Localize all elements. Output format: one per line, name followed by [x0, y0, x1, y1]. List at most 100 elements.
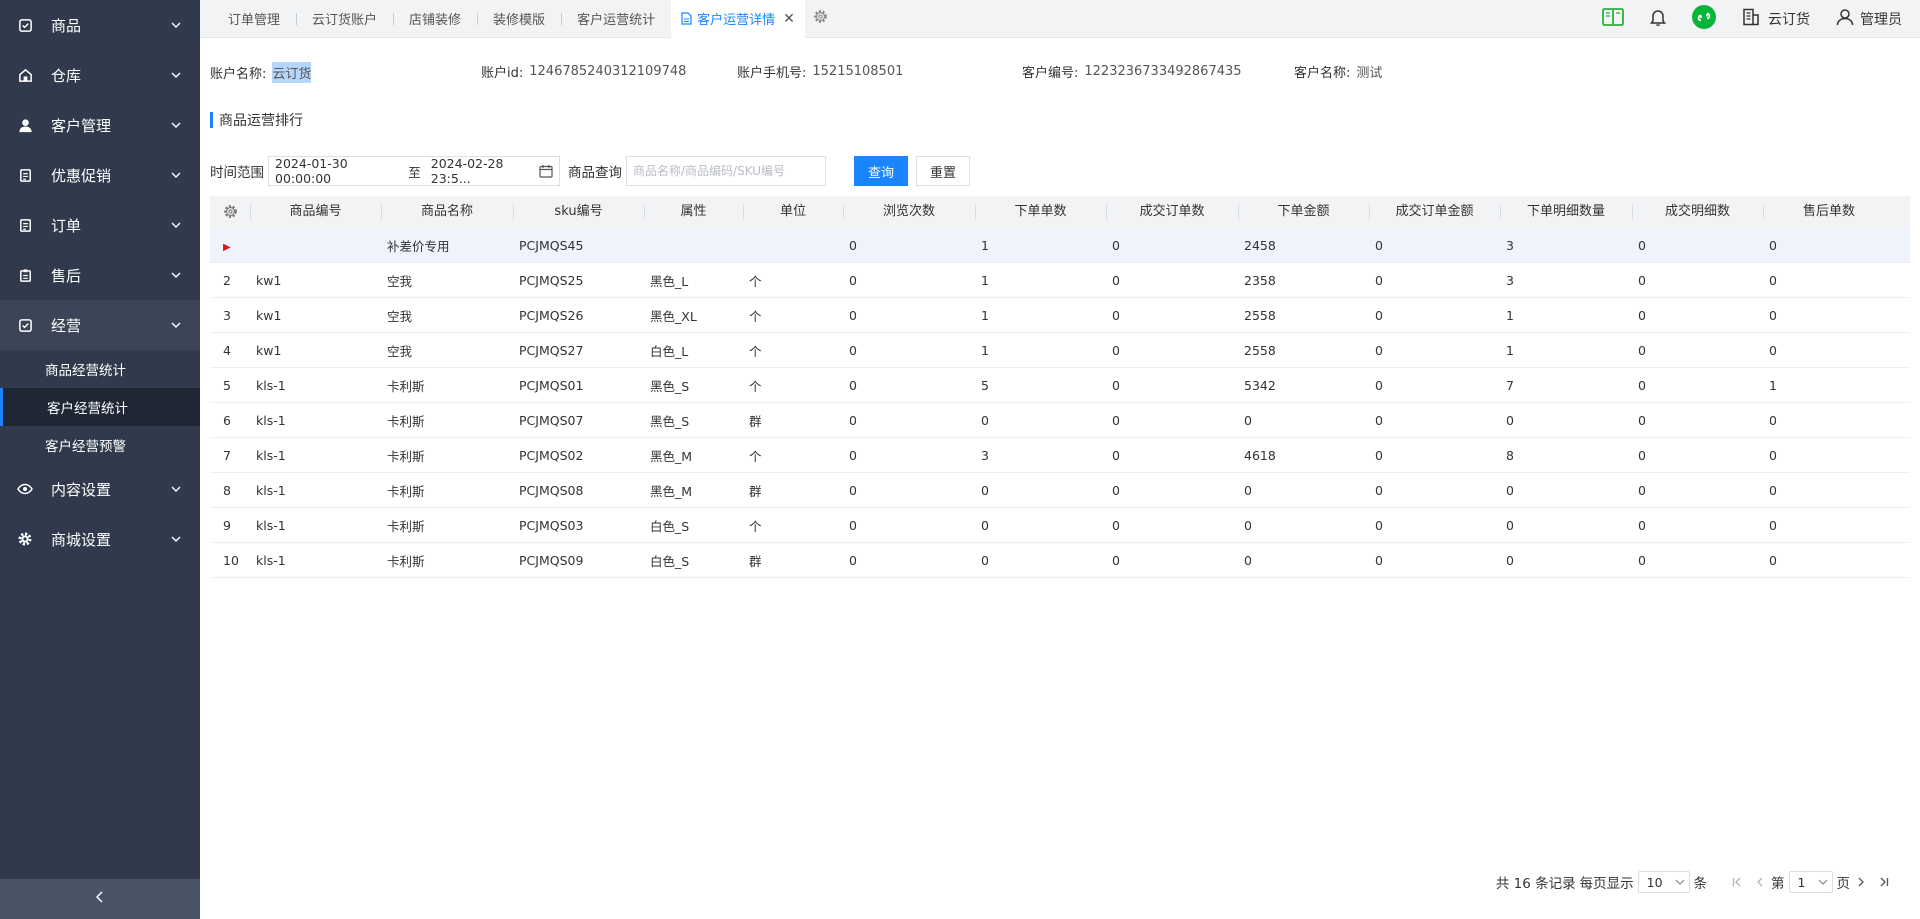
- column-header[interactable]: 下单明细数量: [1500, 196, 1632, 228]
- tab-label: 客户运营统计: [577, 13, 656, 28]
- user-menu[interactable]: 管理员: [1836, 8, 1902, 30]
- next-page-button[interactable]: [1857, 877, 1865, 887]
- sidebar-collapse-button[interactable]: [0, 879, 200, 919]
- table-cell: 5: [981, 377, 989, 393]
- table-cell: 0: [1769, 447, 1777, 463]
- date-range-picker[interactable]: 2024-01-30 00:00:00 至 2024-02-28 23:5...: [268, 156, 560, 186]
- page-size-select[interactable]: 10: [1637, 871, 1690, 893]
- top-bar: 订单管理 云订货账户 店铺装修 装修模版 客户运营统计 客户运营详情 ✕ 云订货…: [200, 0, 1920, 38]
- column-settings[interactable]: [210, 196, 250, 228]
- chevron-left-icon: [95, 891, 105, 907]
- sidebar-item-operation[interactable]: 经营: [0, 300, 200, 350]
- row-index: 2: [223, 272, 231, 288]
- info-value: 测试: [1356, 66, 1383, 81]
- column-header[interactable]: 成交订单数: [1106, 196, 1238, 228]
- gear-icon: [17, 531, 33, 547]
- table-cell: 0: [1375, 272, 1383, 288]
- table-cell: 0: [849, 447, 857, 463]
- table-row[interactable]: 6 kls-1 卡利斯 PCJMQS07 黑色_S 群 0 0 0 0 0 0 0 0: [210, 403, 1910, 438]
- first-page-button[interactable]: [1732, 877, 1742, 887]
- tab-account[interactable]: 云订货账户: [296, 0, 393, 38]
- notification-button[interactable]: [1650, 8, 1666, 30]
- sidebar-subitem-customer-warning[interactable]: 客户经营预警: [0, 426, 200, 464]
- table-cell: PCJMQS27: [519, 342, 584, 358]
- product-search-input[interactable]: [626, 156, 826, 186]
- column-header[interactable]: 商品名称: [381, 196, 513, 228]
- column-header[interactable]: 售后单数: [1763, 196, 1895, 228]
- sidebar-item-order[interactable]: 订单: [0, 200, 200, 250]
- table-cell: 个: [749, 448, 762, 464]
- info-value: 云订货: [272, 62, 312, 83]
- table-cell: 0: [1112, 377, 1120, 393]
- table-cell: 个: [749, 378, 762, 394]
- product-query-label: 商品查询: [568, 165, 622, 181]
- table-row[interactable]: 5 kls-1 卡利斯 PCJMQS01 黑色_S 个 0 5 0 5342 0 7 0 1: [210, 368, 1910, 403]
- column-header[interactable]: 浏览次数: [843, 196, 975, 228]
- column-header[interactable]: 商品编号: [250, 196, 381, 228]
- sidebar-subitem-customer-stats[interactable]: 客户经营统计: [0, 388, 200, 426]
- column-header[interactable]: 成交明细数: [1632, 196, 1763, 228]
- prev-page-button[interactable]: [1756, 877, 1764, 887]
- table-row[interactable]: 7 kls-1 卡利斯 PCJMQS02 黑色_M 个 0 3 0 4618 0 8 0 0: [210, 438, 1910, 473]
- table-cell: 1: [981, 307, 989, 323]
- date-separator: 至: [408, 164, 421, 180]
- table-cell: kls-1: [256, 517, 286, 533]
- table-row[interactable]: 4 kw1 空我 PCJMQS27 白色_L 个 0 1 0 2558 0 1 0 0: [210, 333, 1910, 368]
- table-cell: 卡利斯: [387, 413, 425, 429]
- operation-icon: [17, 317, 33, 333]
- sidebar-item-promotion[interactable]: 优惠促销: [0, 150, 200, 200]
- table-row[interactable]: 8 kls-1 卡利斯 PCJMQS08 黑色_M 群 0 0 0 0 0 0 0 0: [210, 473, 1910, 508]
- table-cell: 0: [981, 412, 989, 428]
- table-row[interactable]: 9 kls-1 卡利斯 PCJMQS03 白色_S 个 0 0 0 0 0 0 0 0: [210, 508, 1910, 543]
- table-cell: 0: [1375, 237, 1383, 253]
- manual-button[interactable]: [1602, 7, 1624, 31]
- date-end[interactable]: 2024-02-28 23:5...: [431, 156, 539, 186]
- table-cell: 黑色_M: [650, 483, 693, 499]
- table-row[interactable]: 2 kw1 空我 PCJMQS25 黑色_L 个 0 1 0 2358 0 3 0 0: [210, 263, 1910, 298]
- sidebar-item-customer[interactable]: 客户管理: [0, 100, 200, 150]
- last-page-button[interactable]: [1879, 877, 1889, 887]
- user-icon: [17, 117, 33, 133]
- table-row[interactable]: ▶ 补差价专用 PCJMQS45 0 1 0 2458 0 3 0 0: [210, 228, 1910, 263]
- company-switch[interactable]: 云订货: [1742, 8, 1810, 30]
- tab-order-management[interactable]: 订单管理: [212, 0, 296, 38]
- row-index: 4: [223, 342, 231, 358]
- sidebar-item-product[interactable]: 商品: [0, 0, 200, 50]
- table-cell: 0: [1244, 482, 1252, 498]
- column-header[interactable]: 属性: [644, 196, 743, 228]
- column-header[interactable]: 下单单数: [975, 196, 1106, 228]
- section-title-bar: [210, 112, 213, 128]
- reset-button[interactable]: 重置: [916, 156, 970, 186]
- table-cell: 0: [1244, 412, 1252, 428]
- sidebar-item-warehouse[interactable]: 仓库: [0, 50, 200, 100]
- column-header[interactable]: 成交订单金额: [1369, 196, 1500, 228]
- tab-decoration-template[interactable]: 装修模版: [477, 0, 561, 38]
- app-root: 商品 仓库 客户管理 优惠促销 订单 售后 经营 商品经营统计 客户经营统计 客…: [0, 0, 1920, 919]
- sidebar-item-aftersale[interactable]: 售后: [0, 250, 200, 300]
- info-customer-no: 客户编号: 1223236733492867435: [1022, 62, 1242, 81]
- date-start[interactable]: 2024-01-30 00:00:00: [275, 156, 398, 186]
- column-header[interactable]: 单位: [743, 196, 843, 228]
- search-button[interactable]: 查询: [854, 156, 908, 186]
- sidebar-item-content-settings[interactable]: 内容设置: [0, 464, 200, 514]
- tab-shop-decoration[interactable]: 店铺装修: [393, 0, 477, 38]
- tab-customer-stats[interactable]: 客户运营统计: [561, 0, 671, 38]
- page-number-select[interactable]: 1: [1788, 871, 1833, 893]
- sidebar-item-mall-settings[interactable]: 商城设置: [0, 514, 200, 564]
- table-cell: 0: [849, 482, 857, 498]
- table-row[interactable]: 10 kls-1 卡利斯 PCJMQS09 白色_S 群 0 0 0 0 0 0 0 0: [210, 543, 1910, 578]
- table-cell: 1: [981, 237, 989, 253]
- table-cell: 0: [1112, 412, 1120, 428]
- column-header[interactable]: sku编号: [513, 196, 644, 228]
- bell-icon: [1650, 8, 1666, 30]
- tab-settings-gear[interactable]: [805, 0, 836, 38]
- close-icon[interactable]: ✕: [783, 11, 795, 27]
- tab-customer-detail[interactable]: 客户运营详情 ✕: [671, 0, 805, 38]
- table-cell: 0: [981, 482, 989, 498]
- table-cell: kw1: [256, 307, 282, 323]
- mini-program-button[interactable]: [1692, 4, 1716, 33]
- table-row[interactable]: 3 kw1 空我 PCJMQS26 黑色_XL 个 0 1 0 2558 0 1 0 0: [210, 298, 1910, 333]
- sidebar-subitem-product-stats[interactable]: 商品经营统计: [0, 350, 200, 388]
- calendar-icon[interactable]: [539, 164, 553, 178]
- column-header[interactable]: 下单金额: [1238, 196, 1369, 228]
